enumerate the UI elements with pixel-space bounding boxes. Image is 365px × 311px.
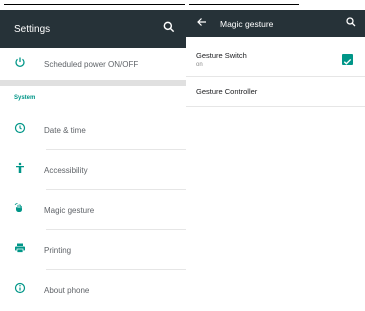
accessibility-icon	[14, 161, 26, 179]
settings-screen: Settings Scheduled power ON/OFF System D…	[0, 10, 186, 311]
magic-gesture-label: Magic gesture	[44, 205, 95, 215]
settings-item-about-phone[interactable]: About phone	[0, 270, 186, 310]
gesture-switch-checkbox[interactable]	[342, 54, 353, 65]
info-icon	[14, 281, 26, 299]
search-icon[interactable]	[162, 20, 176, 39]
about-phone-label: About phone	[44, 285, 90, 295]
hand-gesture-icon	[14, 201, 26, 219]
top-edge-line	[4, 4, 185, 5]
settings-item-date-time[interactable]: Date & time	[0, 110, 186, 150]
printing-label: Printing	[44, 245, 72, 255]
gesture-switch-item[interactable]: Gesture Switch on	[186, 37, 365, 77]
clock-icon	[14, 121, 26, 139]
gesture-switch-status: on	[196, 62, 203, 68]
date-time-label: Date & time	[44, 125, 86, 135]
settings-app-bar: Settings	[0, 10, 186, 48]
search-icon[interactable]	[345, 15, 357, 33]
power-icon	[14, 55, 26, 73]
scheduled-power-item[interactable]: Scheduled power ON/OFF	[0, 48, 186, 80]
settings-item-printing[interactable]: Printing	[0, 230, 186, 270]
system-section-header: System	[14, 95, 36, 101]
top-edge-line-2	[189, 4, 299, 5]
magic-gesture-screen: Magic gesture Gesture Switch on Gesture …	[186, 10, 365, 311]
gesture-switch-label: Gesture Switch	[196, 51, 247, 60]
magic-gesture-title: Magic gesture	[220, 18, 274, 29]
settings-title: Settings	[14, 23, 51, 35]
gesture-controller-item[interactable]: Gesture Controller	[186, 77, 365, 107]
settings-item-magic-gesture[interactable]: Magic gesture	[0, 190, 186, 230]
printer-icon	[14, 241, 26, 259]
magic-gesture-app-bar: Magic gesture	[186, 10, 365, 37]
back-arrow-icon[interactable]	[196, 15, 208, 33]
scheduled-power-label: Scheduled power ON/OFF	[44, 59, 139, 69]
settings-item-accessibility[interactable]: Accessibility	[0, 150, 186, 190]
accessibility-label: Accessibility	[44, 165, 88, 175]
